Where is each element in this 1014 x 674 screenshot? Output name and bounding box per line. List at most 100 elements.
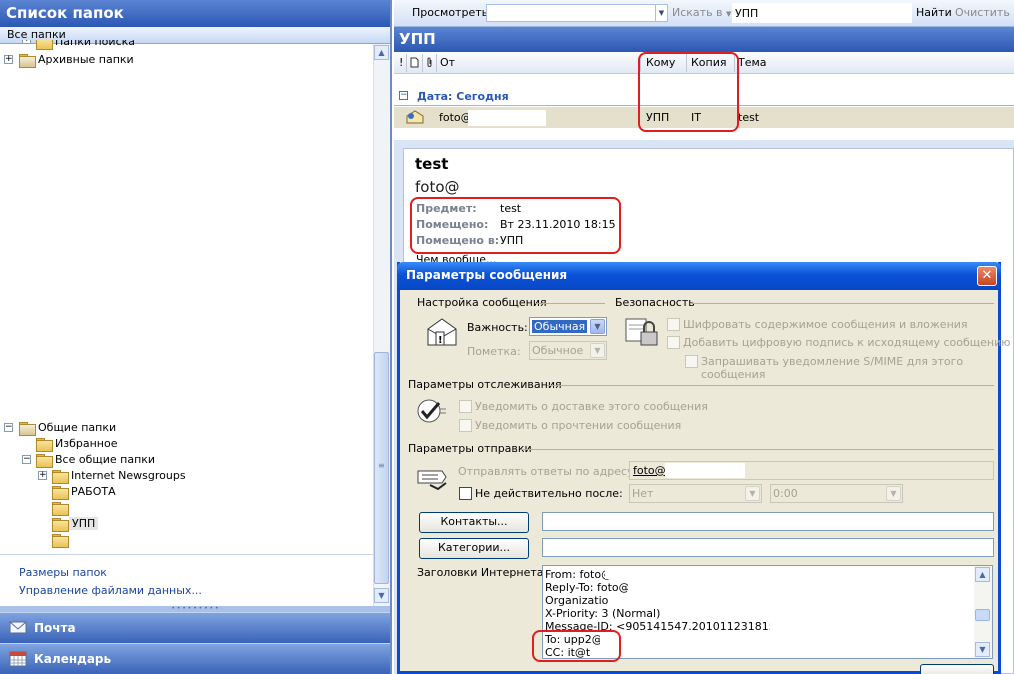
contacts-button[interactable]: Контакты... [419, 512, 529, 533]
divider [535, 303, 605, 304]
close-button[interactable] [920, 664, 994, 674]
read-receipt-checkbox[interactable] [459, 419, 472, 432]
redaction [770, 619, 862, 641]
column-separator[interactable] [406, 54, 407, 72]
tree-item-all-public-folders[interactable]: − Все общие папки [0, 452, 372, 468]
smime-receipt-checkbox[interactable] [685, 355, 698, 368]
tree-item-internet-newsgroups[interactable]: + Internet Newsgroups [0, 468, 372, 484]
categories-button-label: Категории... [437, 541, 510, 554]
contacts-field[interactable] [542, 512, 994, 531]
view-select[interactable] [486, 4, 656, 22]
sensitivity-select[interactable]: Обычное ▼ [529, 341, 607, 360]
tree-item-redacted[interactable] [0, 532, 372, 548]
folder-links: Размеры папок Управление файлами данных.… [0, 554, 373, 606]
column-separator[interactable] [436, 54, 437, 72]
chevron-down-icon[interactable]: ▼ [590, 343, 605, 358]
scroll-up-icon[interactable]: ▲ [374, 45, 389, 60]
delivery-receipt-checkbox[interactable] [459, 400, 472, 413]
tracking-checkmark-icon [415, 397, 447, 428]
sign-checkbox[interactable] [667, 336, 680, 349]
tree-item-favorites[interactable]: Избранное [0, 436, 372, 452]
tree-item-rabota[interactable]: РАБОТА [0, 484, 372, 500]
chevron-down-icon: ▼ [726, 10, 732, 18]
collapse-icon[interactable]: − [399, 91, 408, 100]
expand-icon[interactable]: + [38, 471, 47, 480]
column-separator[interactable] [422, 54, 423, 72]
chevron-down-icon[interactable]: ▼ [745, 486, 760, 501]
tree-item-label: Архивные папки [38, 53, 134, 66]
folder-sizes-link[interactable]: Размеры папок [19, 566, 107, 579]
tree-item-label: Избранное [55, 437, 118, 450]
scroll-down-icon[interactable]: ▼ [975, 642, 990, 657]
annotation-box [410, 197, 621, 254]
svg-text:!: ! [438, 335, 443, 346]
expires-date-select[interactable]: Нет ▼ [629, 484, 762, 503]
expand-icon[interactable]: + [4, 55, 13, 64]
nav-button-label: Почта [34, 621, 76, 635]
close-icon[interactable]: ✕ [977, 266, 997, 286]
tree-item-public-folders[interactable]: − Общие папки [0, 420, 372, 436]
data-files-link[interactable]: Управление файлами данных... [19, 584, 202, 597]
column-subject[interactable]: Тема [738, 56, 767, 69]
importance-label: Важность: [467, 321, 528, 334]
redaction [605, 567, 685, 579]
folder-list-header: Список папок [0, 0, 390, 27]
tree-item-search-folders[interactable]: + Папки поиска [0, 40, 372, 50]
document-icon[interactable] [410, 57, 419, 71]
message-body-partial: Чем вообще... [416, 254, 536, 262]
internet-headers-label: Заголовки Интернета: [417, 566, 548, 579]
divider [547, 385, 994, 386]
expires-date-value: Нет [632, 487, 654, 500]
importance-value: Обычная [532, 320, 588, 333]
nav-button-mail[interactable]: Почта [0, 612, 390, 643]
annotation-box [638, 52, 739, 132]
chevron-down-icon[interactable]: ▼ [886, 486, 901, 501]
expires-checkbox[interactable] [459, 487, 472, 500]
message-subject: test [738, 111, 760, 124]
collapse-icon[interactable]: − [4, 423, 13, 432]
importance-select[interactable]: Обычная ▼ [529, 317, 607, 336]
column-importance[interactable]: ! [399, 56, 403, 69]
search-input-value: УПП [735, 7, 759, 20]
grip-icon: ≡ [378, 461, 385, 470]
scrollbar-thumb[interactable] [975, 609, 990, 621]
column-from[interactable]: От [440, 56, 455, 69]
find-button[interactable]: Найти [916, 6, 952, 19]
divider [521, 449, 994, 450]
dialog-titlebar[interactable]: Параметры сообщения ✕ [397, 262, 1001, 290]
collapse-icon[interactable]: − [22, 455, 31, 464]
encrypt-checkbox[interactable] [667, 318, 680, 331]
view-label: Просмотреть: [412, 6, 492, 19]
expires-time-select[interactable]: 0:00 ▼ [770, 484, 903, 503]
search-in-button[interactable]: Искать в ▼ [672, 6, 731, 19]
chevron-down-icon[interactable]: ▼ [590, 319, 605, 334]
sensitivity-value: Обычное [532, 344, 584, 357]
section-title-security: Безопасность [615, 296, 699, 309]
search-input[interactable]: УПП [732, 3, 912, 23]
chevron-down-icon[interactable]: ▼ [656, 4, 668, 22]
scroll-up-icon[interactable]: ▲ [975, 567, 990, 582]
tree-item-upp[interactable]: УПП [0, 516, 372, 532]
categories-button[interactable]: Категории... [419, 538, 529, 559]
nav-button-calendar[interactable]: Календарь [0, 643, 390, 674]
tree-item-label: УПП [69, 517, 99, 530]
expand-icon[interactable]: + [22, 40, 31, 44]
tree-item-label: Internet Newsgroups [71, 469, 186, 482]
nav-button-label: Календарь [34, 652, 112, 666]
encrypt-label: Шифровать содержимое сообщения и вложени… [683, 318, 968, 331]
tree-item-archive-folders[interactable]: + Архивные папки [0, 52, 372, 68]
clear-button[interactable]: Очистить [955, 6, 1010, 19]
reading-from: foto@ [415, 178, 460, 196]
folder-icon [52, 534, 69, 548]
tree-item-redacted[interactable] [0, 500, 372, 516]
categories-field[interactable] [542, 538, 994, 557]
scroll-down-icon[interactable]: ▼ [374, 588, 389, 603]
contacts-button-label: Контакты... [440, 515, 508, 528]
message-body-text: Чем вообще... [416, 254, 497, 262]
expires-label: Не действительно после: [475, 487, 623, 500]
paperclip-icon[interactable] [426, 57, 434, 71]
folder-icon [52, 470, 69, 484]
folder-header: УПП [394, 27, 1014, 52]
divider [690, 303, 994, 304]
scrollbar-thumb[interactable]: ≡ [374, 352, 389, 584]
